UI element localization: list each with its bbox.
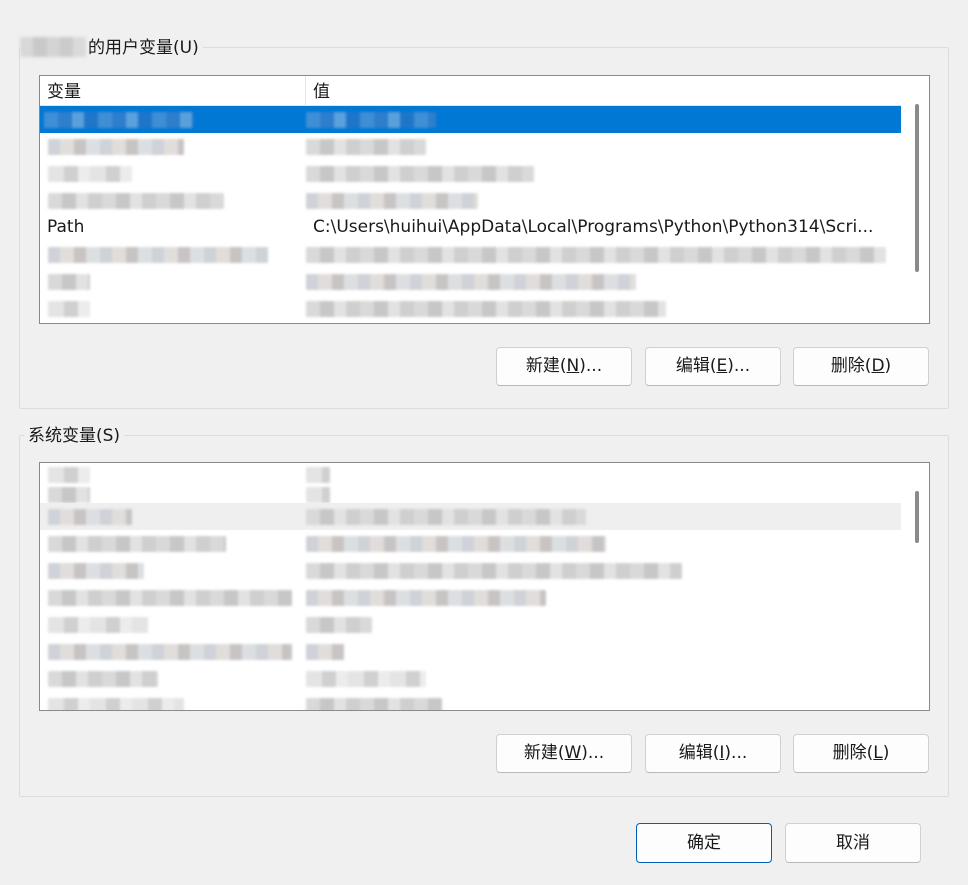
table-row[interactable] <box>40 160 901 187</box>
redacted-text <box>306 563 682 579</box>
redacted-text <box>306 112 436 128</box>
redacted-text <box>44 112 194 128</box>
system-new-button[interactable]: 新建(W)... <box>496 734 632 773</box>
redacted-text <box>306 166 534 182</box>
redacted-text <box>306 671 426 687</box>
user-variables-title: 的用户变量(U) <box>20 37 203 59</box>
redacted-text <box>306 301 666 317</box>
user-variables-list[interactable]: 变量 值 Path C:\Users\huihui\AppData\Local\… <box>39 75 930 324</box>
redacted-text <box>48 467 90 483</box>
table-row[interactable] <box>40 503 901 530</box>
table-row[interactable] <box>40 557 901 584</box>
redacted-text <box>48 247 268 263</box>
table-row[interactable] <box>40 268 901 295</box>
table-row[interactable] <box>40 530 901 557</box>
list-header: 变量 值 <box>40 76 901 106</box>
redacted-text <box>306 139 426 155</box>
table-row[interactable] <box>40 133 901 160</box>
table-row[interactable] <box>40 106 901 133</box>
user-edit-button[interactable]: 编辑(E)... <box>645 347 781 386</box>
ok-button[interactable]: 确定 <box>636 823 772 863</box>
system-edit-button[interactable]: 编辑(I)... <box>645 734 781 773</box>
user-delete-button[interactable]: 删除(D) <box>793 347 929 386</box>
vertical-scrollbar[interactable] <box>915 104 919 272</box>
table-row[interactable] <box>40 295 901 322</box>
column-header-variable[interactable]: 变量 <box>40 76 306 106</box>
redacted-text <box>306 590 546 606</box>
table-row[interactable] <box>40 665 901 692</box>
redacted-text <box>48 590 292 606</box>
redacted-text <box>48 617 148 633</box>
table-row[interactable] <box>40 483 901 503</box>
table-row[interactable]: Path C:\Users\huihui\AppData\Local\Progr… <box>40 214 901 241</box>
redacted-text <box>48 698 184 710</box>
redacted-text <box>306 247 886 263</box>
redacted-text <box>306 274 636 290</box>
redacted-text <box>48 193 224 209</box>
redacted-text <box>48 166 132 182</box>
redacted-text <box>48 536 226 552</box>
system-delete-button[interactable]: 删除(L) <box>793 734 929 773</box>
redacted-text <box>306 509 586 525</box>
redacted-text <box>48 274 90 290</box>
redacted-text <box>306 644 344 660</box>
table-row[interactable] <box>40 638 901 665</box>
redacted-text <box>306 698 442 710</box>
cancel-button[interactable]: 取消 <box>785 823 921 863</box>
redacted-text <box>306 467 330 483</box>
variable-name: Path <box>47 217 85 237</box>
redacted-text <box>306 487 330 503</box>
redacted-text <box>48 509 132 525</box>
column-header-value[interactable]: 值 <box>306 76 901 106</box>
redacted-text <box>306 536 606 552</box>
redacted-text <box>48 671 158 687</box>
vertical-scrollbar[interactable] <box>915 491 919 543</box>
system-variables-rows <box>40 463 901 710</box>
redacted-username <box>20 37 86 57</box>
table-row[interactable] <box>40 584 901 611</box>
variable-value: C:\Users\huihui\AppData\Local\Programs\P… <box>313 217 874 237</box>
redacted-text <box>306 193 478 209</box>
redacted-text <box>48 563 144 579</box>
redacted-text <box>48 139 184 155</box>
table-row[interactable] <box>40 463 901 483</box>
table-row[interactable] <box>40 611 901 638</box>
system-variables-title: 系统变量(S) <box>24 425 125 447</box>
table-row[interactable] <box>40 692 901 710</box>
redacted-text <box>48 644 292 660</box>
table-row[interactable] <box>40 187 901 214</box>
redacted-text <box>48 487 90 503</box>
user-new-button[interactable]: 新建(N)... <box>496 347 632 386</box>
user-variables-rows: Path C:\Users\huihui\AppData\Local\Progr… <box>40 106 901 322</box>
redacted-text <box>306 617 372 633</box>
table-row[interactable] <box>40 241 901 268</box>
system-variables-list[interactable] <box>39 462 930 711</box>
redacted-text <box>48 301 90 317</box>
